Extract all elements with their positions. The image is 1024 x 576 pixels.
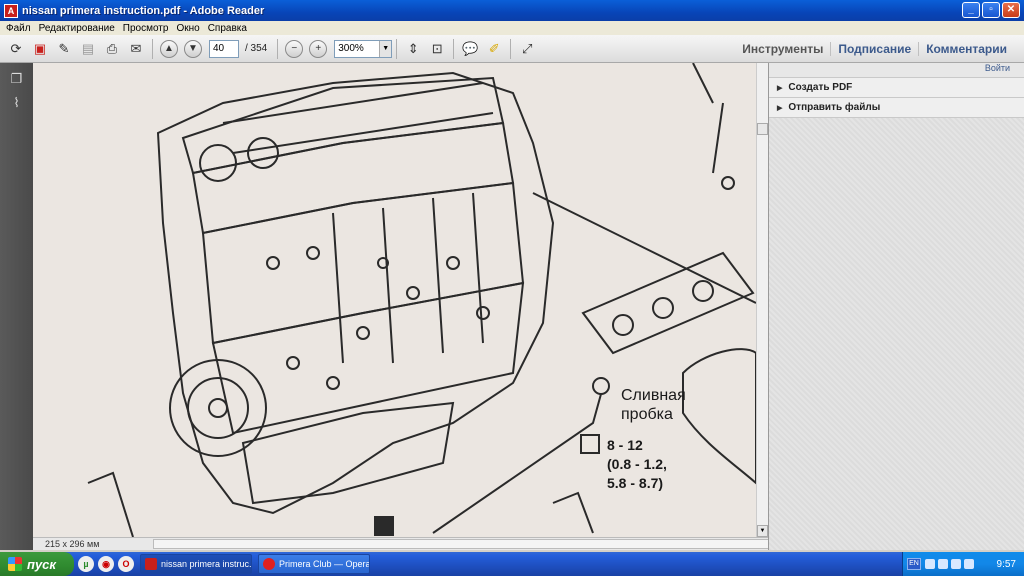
volume-icon[interactable] xyxy=(951,559,961,569)
attachments-icon[interactable]: ⌇ xyxy=(9,95,25,111)
menu-file[interactable]: Файл xyxy=(2,23,35,34)
document-view[interactable]: Сливная пробка 8 - 12 (0.8 - 1.2, 5.8 - … xyxy=(33,63,756,537)
send-files-section[interactable]: ▶ Отправить файлы xyxy=(769,97,1024,117)
close-button[interactable]: ✕ xyxy=(1002,2,1020,18)
save-icon[interactable]: ▤ xyxy=(78,39,98,59)
taskbar: пуск µ ◉ O nissan primera instruc... Pri… xyxy=(0,552,1024,576)
security-icon[interactable] xyxy=(964,559,974,569)
task-opera[interactable]: Primera Club — Opera xyxy=(258,554,370,574)
toolbar: ⟳ ▣ ✎ ▤ ⎙ ✉ ▲ ▼ / 354 − + 300% ▼ ⇕ ⊡ 💬 ✐… xyxy=(0,35,1024,63)
menu-view[interactable]: Просмотр xyxy=(119,23,173,34)
zoom-select[interactable]: 300% ▼ xyxy=(334,39,393,58)
scroll-thumb[interactable] xyxy=(757,123,768,135)
page-thumbnails-icon[interactable]: ❐ xyxy=(9,71,25,87)
fit-page-icon[interactable]: ⇕ xyxy=(403,39,423,59)
fullscreen-icon[interactable]: ⤢ xyxy=(517,39,537,59)
start-label: пуск xyxy=(27,556,56,572)
adobe-reader-icon xyxy=(145,558,157,570)
tools-link[interactable]: Инструменты xyxy=(735,42,830,56)
previous-page-button[interactable]: ▲ xyxy=(160,39,178,58)
start-button[interactable]: пуск xyxy=(0,552,74,576)
chrome-icon[interactable]: ◉ xyxy=(98,556,114,572)
zoom-out-button[interactable]: − xyxy=(285,39,304,58)
utorrent-icon[interactable]: µ xyxy=(78,556,94,572)
minimize-button[interactable]: _ xyxy=(962,2,980,18)
opera-icon[interactable]: O xyxy=(118,556,134,572)
page-size: 215 x 296 мм xyxy=(45,539,100,549)
print-icon[interactable]: ⎙ xyxy=(102,39,122,59)
toolbar-separator xyxy=(277,38,279,59)
page-total: / 354 xyxy=(245,43,268,54)
sign-link[interactable]: Подписание xyxy=(830,42,918,56)
page-number-input[interactable] xyxy=(209,39,239,58)
status-bar: 215 x 296 мм xyxy=(33,537,789,550)
network-icon[interactable] xyxy=(938,559,948,569)
create-pdf-section[interactable]: ▶ Создать PDF xyxy=(769,77,1024,97)
task-adobe-reader[interactable]: nissan primera instruc... xyxy=(140,554,252,574)
tray-arrow-icon[interactable] xyxy=(925,559,935,569)
send-files-label: Отправить файлы xyxy=(788,102,881,113)
language-indicator[interactable]: EN xyxy=(907,558,921,570)
clock: 9:57 xyxy=(996,558,1016,570)
create-pdf-icon[interactable]: ▣ xyxy=(30,39,50,59)
next-page-button[interactable]: ▼ xyxy=(184,39,202,58)
title-bar: A nissan primera instruction.pdf - Adobe… xyxy=(0,0,1024,21)
navigation-pane: ❐ ⌇ xyxy=(0,63,33,550)
opera-icon xyxy=(263,558,275,570)
expand-arrow-icon: ▶ xyxy=(777,84,783,92)
adobe-reader-icon: A xyxy=(4,3,18,18)
torque-value-kgm: (0.8 - 1.2, xyxy=(607,456,667,472)
fit-width-icon[interactable]: ⊡ xyxy=(427,39,447,59)
menu-help[interactable]: Справка xyxy=(204,23,251,34)
highlight-icon[interactable]: ✐ xyxy=(484,39,504,59)
toolbar-separator xyxy=(396,38,398,59)
plug-label: пробка xyxy=(621,406,673,423)
task-label: Primera Club — Opera xyxy=(279,559,370,569)
edit-icon[interactable]: ✎ xyxy=(54,39,74,59)
create-icon[interactable]: ⟳ xyxy=(6,39,26,59)
chevron-down-icon[interactable]: ▼ xyxy=(379,40,392,57)
toolbar-separator xyxy=(453,38,455,59)
menu-edit[interactable]: Редактирование xyxy=(35,23,119,34)
window-title: nissan primera instruction.pdf - Adobe R… xyxy=(22,4,265,17)
menu-window[interactable]: Окно xyxy=(172,23,203,34)
toolbar-separator xyxy=(152,38,153,59)
system-tray: EN 9:57 xyxy=(902,552,1024,576)
email-icon[interactable]: ✉ xyxy=(126,39,146,59)
zoom-value: 300% xyxy=(338,43,364,54)
task-label: nissan primera instruc... xyxy=(161,559,252,569)
vertical-scrollbar[interactable]: ▼ xyxy=(756,63,768,537)
comment-icon[interactable]: 💬 xyxy=(460,39,480,59)
sign-in-link[interactable]: Войти xyxy=(985,63,1010,73)
zoom-in-button[interactable]: + xyxy=(309,39,328,58)
toolbar-separator xyxy=(510,38,512,59)
windows-flag-icon xyxy=(8,557,22,571)
horizontal-scrollbar[interactable] xyxy=(153,539,789,549)
panel-background xyxy=(769,117,1024,550)
torque-value-nm: 8 - 12 xyxy=(607,437,643,453)
torque-value-ftlb: 5.8 - 8.7) xyxy=(607,475,663,491)
tools-side-panel: Войти ▶ Создать PDF ▶ Отправить файлы xyxy=(768,63,1024,550)
menu-bar: Файл Редактирование Просмотр Окно Справк… xyxy=(0,21,1024,35)
expand-arrow-icon: ▶ xyxy=(777,104,783,112)
maximize-button[interactable]: ▫ xyxy=(982,2,1000,18)
scroll-down-icon[interactable]: ▼ xyxy=(757,525,768,537)
drain-label: Сливная xyxy=(621,387,686,404)
create-pdf-label: Создать PDF xyxy=(788,82,853,93)
engine-diagram: Сливная пробка 8 - 12 (0.8 - 1.2, 5.8 - … xyxy=(87,63,756,537)
comments-link[interactable]: Комментарии xyxy=(918,42,1014,56)
